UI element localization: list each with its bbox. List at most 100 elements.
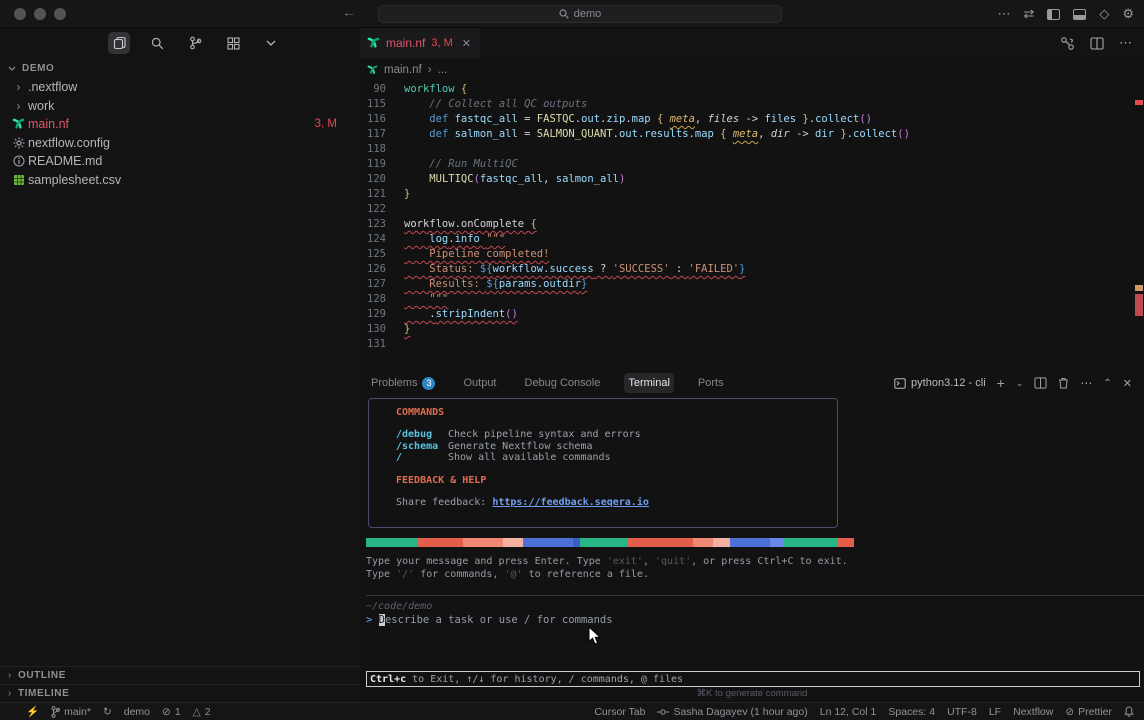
status-nextflow[interactable]: Nextflow <box>1013 706 1053 718</box>
minimize-window-button[interactable] <box>34 8 46 20</box>
status-utf-8[interactable]: UTF-8 <box>947 706 977 718</box>
zoom-window-button[interactable] <box>54 8 66 20</box>
maximize-panel-icon[interactable]: ⌃ <box>1103 378 1111 389</box>
code-text: workflow.onComplete { <box>404 217 537 232</box>
search-icon[interactable] <box>146 32 168 54</box>
explorer-item-nextflow-config[interactable]: nextflow.config <box>0 134 360 153</box>
status-remote[interactable]: ⚡ <box>26 705 39 718</box>
tab-file-name: main.nf <box>386 36 425 50</box>
cube-icon[interactable]: ◇ <box>1099 6 1109 22</box>
explorer-item-samplesheet-csv[interactable]: samplesheet.csv <box>0 171 360 190</box>
explorer-item--nextflow[interactable]: ›.nextflow <box>0 78 360 97</box>
code-line-129[interactable]: 129 .stripIndent() <box>360 307 1144 322</box>
commands-heading: COMMANDS <box>396 407 837 418</box>
explorer-items: ›.nextflow›workmain.nf3, Mnextflow.confi… <box>0 78 360 189</box>
layout-sidebar-icon[interactable] <box>1047 9 1060 20</box>
status-bell[interactable] <box>1124 706 1134 717</box>
status-spaces-4[interactable]: Spaces: 4 <box>888 706 935 718</box>
panel-tab-debug-console[interactable]: Debug Console <box>521 373 605 393</box>
chevron-right-icon: › <box>9 80 28 94</box>
navigate-back-icon[interactable]: ← <box>342 4 356 20</box>
explorer-section-header[interactable]: DEMO <box>0 58 360 78</box>
pipeline-graph-icon[interactable] <box>1060 36 1075 51</box>
line-number: 124 <box>360 232 386 247</box>
outline-section[interactable]: › OUTLINE <box>0 666 360 684</box>
command-list: /debugCheck pipeline syntax and errors/s… <box>396 429 837 464</box>
timeline-section[interactable]: › TIMELINE <box>0 684 360 702</box>
status-git-branch[interactable]: main* <box>51 706 91 718</box>
line-number: 125 <box>360 247 386 262</box>
code-line-117[interactable]: 117 def salmon_all = SALMON_QUANT.out.re… <box>360 127 1144 142</box>
git-status-badge: 3, M <box>315 118 337 130</box>
chevron-right-icon: › <box>8 688 12 699</box>
new-terminal-icon[interactable]: + <box>997 375 1005 391</box>
panel-tab-ports[interactable]: Ports <box>694 373 728 393</box>
feedback-link[interactable]: https://feedback.seqera.io <box>492 497 649 508</box>
breadcrumb[interactable]: main.nf › ... <box>360 58 1144 82</box>
status-cursor-tab[interactable]: Cursor Tab <box>594 706 645 718</box>
active-terminal-label[interactable]: python3.12 - cli <box>894 377 986 389</box>
code-line-125[interactable]: 125 Pipeline completed! <box>360 247 1144 262</box>
generate-command-hint: ⌘K to generate command <box>360 688 1144 699</box>
assistant-help-box[interactable]: COMMANDS /debugCheck pipeline syntax and… <box>368 398 838 528</box>
panel-tab-output[interactable]: Output <box>459 373 500 393</box>
code-line-122[interactable]: 122 <box>360 202 1144 217</box>
more-icon[interactable]: ⋯ <box>997 6 1010 22</box>
status-git-commit[interactable]: Sasha Dagayev (1 hour ago) <box>657 706 807 718</box>
chevron-down-icon[interactable]: ⌄ <box>1016 378 1024 389</box>
more-actions-icon[interactable]: ⋯ <box>1080 376 1092 390</box>
line-number: 131 <box>360 337 386 352</box>
source-control-icon[interactable] <box>184 32 206 54</box>
split-terminal-icon[interactable] <box>1034 377 1047 389</box>
kill-terminal-trash-icon[interactable] <box>1058 377 1069 389</box>
status-error[interactable]: ⊘1 <box>162 706 181 718</box>
status-demo[interactable]: demo <box>124 706 150 718</box>
split-editor-icon[interactable] <box>1090 37 1104 50</box>
code-line-116[interactable]: 116 def fastqc_all = FASTQC.out.zip.map … <box>360 112 1144 127</box>
panel-tab-problems[interactable]: Problems3 <box>367 373 439 393</box>
code-line-120[interactable]: 120 MULTIQC(fastqc_all, salmon_all) <box>360 172 1144 187</box>
chevron-down-icon[interactable] <box>260 32 282 54</box>
code-line-121[interactable]: 121} <box>360 187 1144 202</box>
explorer-item-main-nf[interactable]: main.nf3, M <box>0 115 360 134</box>
layout-panel-icon[interactable] <box>1073 9 1086 20</box>
explorer-item-README-md[interactable]: README.md <box>0 152 360 171</box>
close-tab-icon[interactable]: ✕ <box>462 37 471 50</box>
status-warning[interactable]: △2 <box>193 706 211 718</box>
swap-icon[interactable]: ⇄ <box>1023 6 1034 22</box>
status-sync[interactable]: ↻ <box>103 706 112 718</box>
code-line-128[interactable]: 128 """ <box>360 292 1144 307</box>
extensions-icon[interactable] <box>222 32 244 54</box>
breadcrumb-symbol[interactable]: ... <box>438 64 448 76</box>
explorer-item-work[interactable]: ›work <box>0 97 360 116</box>
code-line-90[interactable]: 90workflow { <box>360 82 1144 97</box>
tab-main-nf[interactable]: main.nf 3, M ✕ <box>360 28 480 58</box>
command-center-search[interactable]: demo <box>378 5 782 23</box>
status-ln-12-col-1[interactable]: Ln 12, Col 1 <box>820 706 877 718</box>
close-window-button[interactable] <box>14 8 26 20</box>
code-editor[interactable]: 90workflow {115 // Collect all QC output… <box>360 82 1144 370</box>
code-line-124[interactable]: 124 log.info """ <box>360 232 1144 247</box>
status-left: ⚡ main* ↻ demo ⊘1 △2 <box>26 705 211 718</box>
code-line-131[interactable]: 131 <box>360 337 1144 352</box>
explorer-icon[interactable] <box>108 32 130 54</box>
settings-gear-icon[interactable]: ⚙ <box>1122 6 1134 22</box>
line-number: 128 <box>360 292 386 307</box>
code-line-118[interactable]: 118 <box>360 142 1144 157</box>
line-number: 126 <box>360 262 386 277</box>
panel-tab-terminal[interactable]: Terminal <box>624 373 674 393</box>
code-line-130[interactable]: 130} <box>360 322 1144 337</box>
breadcrumb-file[interactable]: main.nf <box>384 64 422 76</box>
code-line-115[interactable]: 115 // Collect all QC outputs <box>360 97 1144 112</box>
code-line-127[interactable]: 127 Results: ${params.outdir} <box>360 277 1144 292</box>
more-actions-icon[interactable]: ⋯ <box>1119 35 1132 51</box>
code-line-126[interactable]: 126 Status: ${workflow.success ? 'SUCCES… <box>360 262 1144 277</box>
status-prettier[interactable]: ⊘Prettier <box>1065 706 1112 718</box>
close-panel-icon[interactable]: ✕ <box>1123 377 1132 390</box>
code-text: log.info """ <box>404 232 505 247</box>
panel-controls: python3.12 - cli + ⌄ ⋯ ⌃ ✕ <box>894 375 1132 391</box>
terminal-prompt[interactable]: > Describe a task or use / for commands <box>366 614 613 626</box>
code-line-119[interactable]: 119 // Run MultiQC <box>360 157 1144 172</box>
code-line-123[interactable]: 123workflow.onComplete { <box>360 217 1144 232</box>
status-lf[interactable]: LF <box>989 706 1001 718</box>
